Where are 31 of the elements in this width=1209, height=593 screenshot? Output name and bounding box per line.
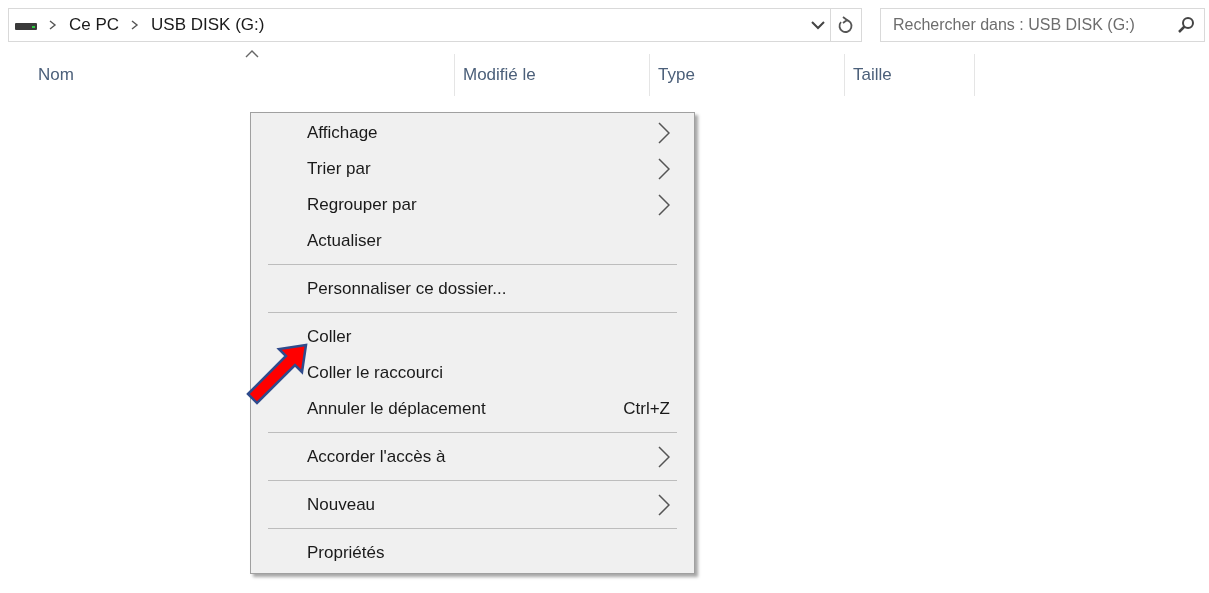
menu-item[interactable]: Propriétés (251, 535, 694, 571)
column-header[interactable]: Modifié le (455, 54, 650, 96)
chevron-right-icon (658, 194, 670, 216)
column-header[interactable]: Taille (845, 54, 975, 96)
column-header[interactable]: Nom (18, 54, 455, 96)
chevron-right-icon (658, 122, 670, 144)
search-field[interactable]: Rechercher dans : USB DISK (G:) (880, 8, 1205, 42)
menu-item[interactable]: Affichage (251, 115, 694, 151)
menu-item[interactable]: Personnaliser ce dossier... (251, 271, 694, 307)
breadcrumb[interactable]: Ce PC (69, 15, 120, 35)
search-icon (1177, 16, 1195, 34)
address-bar[interactable]: Ce PC USB DISK (G:) (8, 8, 862, 42)
column-header[interactable]: Type (650, 54, 845, 96)
chevron-right-icon (658, 494, 670, 516)
breadcrumb-separator-icon (49, 20, 57, 30)
breadcrumb-separator-icon (131, 20, 140, 30)
menu-item[interactable]: Regrouper par (251, 187, 694, 223)
shortcut-text: Ctrl+Z (623, 399, 670, 419)
menu-item[interactable]: Accorder l'accès à (251, 439, 694, 475)
chevron-right-icon (658, 446, 670, 468)
breadcrumb[interactable]: USB DISK (G:) (151, 15, 265, 35)
menu-item[interactable]: Actualiser (251, 223, 694, 259)
menu-item[interactable]: Coller le raccourci (251, 355, 694, 391)
menu-item[interactable]: Annuler le déplacement Ctrl+Z (251, 391, 694, 427)
menu-item[interactable]: Nouveau (251, 487, 694, 523)
menu-item[interactable]: Coller (251, 319, 694, 355)
drive-icon (15, 20, 37, 30)
chevron-right-icon (658, 158, 670, 180)
refresh-icon (838, 16, 854, 34)
chevron-down-icon (811, 20, 825, 30)
menu-item[interactable]: Trier par (251, 151, 694, 187)
